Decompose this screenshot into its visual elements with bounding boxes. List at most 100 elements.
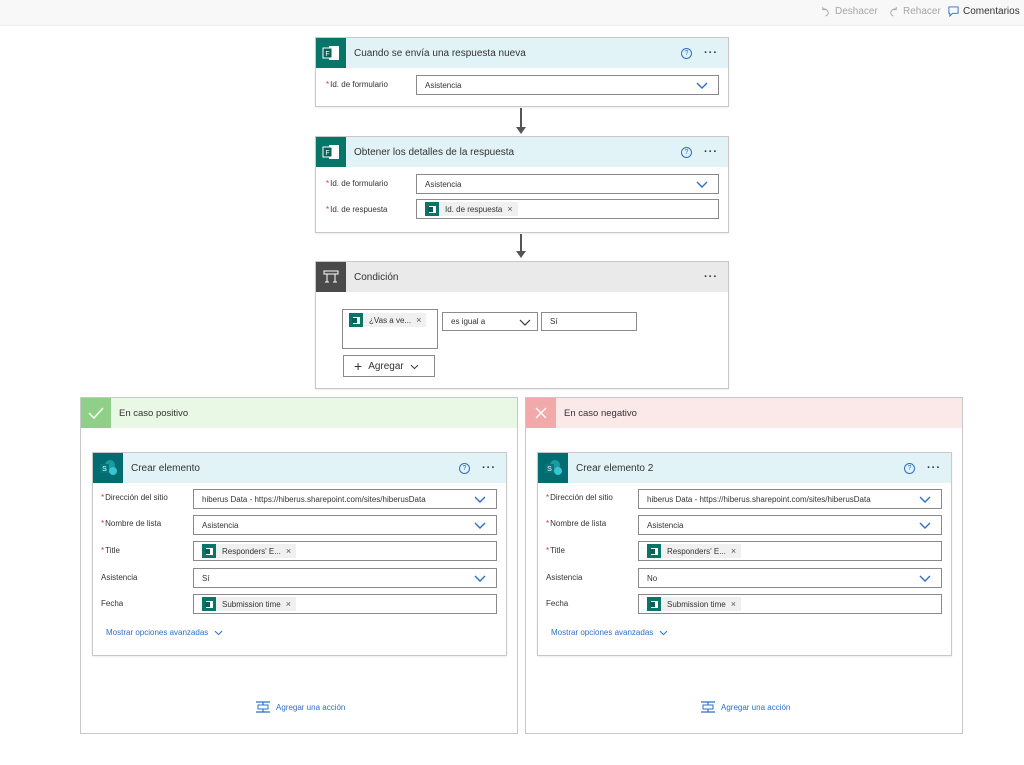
forms-app-icon: F xyxy=(316,137,346,167)
condition-title: Condición xyxy=(354,271,399,283)
dynamic-token[interactable]: Responders' E... × xyxy=(202,544,297,558)
list-name-dropdown[interactable]: Asistencia xyxy=(193,515,497,535)
condition-value-field[interactable]: Sí xyxy=(541,312,637,331)
details-form-id-value: Asistencia xyxy=(425,179,462,189)
no-branch-header[interactable]: En caso negativo xyxy=(526,398,962,428)
dynamic-token[interactable]: ¿Vas a ve... × xyxy=(349,313,427,327)
title-field[interactable]: Responders' E... × xyxy=(193,541,497,561)
more-options-icon[interactable]: ··· xyxy=(704,272,718,283)
date-field[interactable]: Submission time × xyxy=(638,594,942,614)
dynamic-token[interactable]: Responders' E... × xyxy=(647,544,742,558)
site-address-value: hiberus Data - https://hiberus.sharepoin… xyxy=(202,494,426,504)
operator-value: es igual a xyxy=(451,317,486,326)
add-action-icon xyxy=(256,701,270,713)
title-label: *Title xyxy=(546,546,565,555)
chevron-down-icon xyxy=(919,575,931,582)
attendance-label: Asistencia xyxy=(546,573,583,582)
create-item-card[interactable]: S Crear elemento ? ··· *Dirección del si… xyxy=(92,452,507,656)
remove-token-icon[interactable]: × xyxy=(731,599,736,609)
add-action-label: Agregar una acción xyxy=(276,702,346,712)
forms-token-icon xyxy=(202,544,216,558)
help-icon[interactable]: ? xyxy=(459,462,470,474)
dynamic-token[interactable]: Submission time × xyxy=(202,597,296,611)
remove-token-icon[interactable]: × xyxy=(416,315,421,325)
close-icon xyxy=(526,398,556,428)
details-title: Obtener los detalles de la respuesta xyxy=(354,146,515,158)
details-card-header[interactable]: F Obtener los detalles de la respuesta ?… xyxy=(316,137,728,167)
more-options-icon[interactable]: ··· xyxy=(482,463,496,474)
add-condition-button[interactable]: + Agregar xyxy=(343,355,435,377)
yes-branch: En caso positivo S Crear elemento ? ··· … xyxy=(80,397,518,734)
dynamic-token[interactable]: Id. de respuesta × xyxy=(425,202,518,216)
flow-arrow-icon xyxy=(516,127,526,134)
title-field[interactable]: Responders' E... × xyxy=(638,541,942,561)
remove-token-icon[interactable]: × xyxy=(286,546,291,556)
list-name-value: Asistencia xyxy=(202,520,239,530)
attendance-label: Asistencia xyxy=(101,573,138,582)
site-address-dropdown[interactable]: hiberus Data - https://hiberus.sharepoin… xyxy=(193,489,497,509)
trigger-card-header[interactable]: F Cuando se envía una respuesta nueva ? … xyxy=(316,38,728,68)
remove-token-icon[interactable]: × xyxy=(286,599,291,609)
comments-button[interactable]: Comentarios xyxy=(948,6,1020,17)
forms-app-icon: F xyxy=(316,38,346,68)
create-item-2-card[interactable]: S Crear elemento 2 ? ··· *Dirección del … xyxy=(537,452,952,656)
redo-button[interactable]: Rehacer xyxy=(888,6,941,17)
yes-branch-header[interactable]: En caso positivo xyxy=(81,398,517,428)
undo-label: Deshacer xyxy=(835,6,878,17)
chevron-down-icon xyxy=(519,319,531,326)
chevron-down-icon xyxy=(659,630,668,636)
dynamic-token[interactable]: Submission time × xyxy=(647,597,741,611)
condition-card-header[interactable]: Condición ··· xyxy=(316,262,728,292)
date-label: Fecha xyxy=(546,599,569,608)
trigger-form-id-label: *Id. de formulario xyxy=(326,80,388,89)
flow-arrow-icon xyxy=(516,251,526,258)
add-action-button[interactable]: Agregar una acción xyxy=(255,700,345,714)
flow-connector xyxy=(520,108,522,128)
help-icon[interactable]: ? xyxy=(681,47,692,59)
token-label: Responders' E... xyxy=(222,546,281,556)
more-options-icon[interactable]: ··· xyxy=(927,463,941,474)
add-action-button[interactable]: Agregar una acción xyxy=(700,700,790,714)
details-form-id-dropdown[interactable]: Asistencia xyxy=(416,174,719,194)
date-field[interactable]: Submission time × xyxy=(193,594,497,614)
list-name-dropdown[interactable]: Asistencia xyxy=(638,515,942,535)
remove-token-icon[interactable]: × xyxy=(731,546,736,556)
svg-text:F: F xyxy=(325,150,329,157)
trigger-form-id-dropdown[interactable]: Asistencia xyxy=(416,75,719,95)
forms-token-icon xyxy=(425,202,439,216)
more-options-icon[interactable]: ··· xyxy=(704,147,718,158)
show-advanced-label: Mostrar opciones avanzadas xyxy=(106,628,209,637)
details-card[interactable]: F Obtener los detalles de la respuesta ?… xyxy=(315,136,729,233)
svg-text:S: S xyxy=(102,466,107,473)
more-options-icon[interactable]: ··· xyxy=(704,48,718,59)
add-condition-label: Agregar xyxy=(368,360,404,372)
chevron-down-icon xyxy=(919,522,931,529)
create-item-2-card-header[interactable]: S Crear elemento 2 ? ··· xyxy=(538,453,951,483)
condition-operator-dropdown[interactable]: es igual a xyxy=(442,312,538,331)
redo-label: Rehacer xyxy=(903,6,941,17)
help-icon[interactable]: ? xyxy=(681,146,692,158)
create-item-card-header[interactable]: S Crear elemento ? ··· xyxy=(93,453,506,483)
token-label: Submission time xyxy=(667,599,726,609)
site-address-dropdown[interactable]: hiberus Data - https://hiberus.sharepoin… xyxy=(638,489,942,509)
checkmark-icon xyxy=(81,398,111,428)
show-advanced-options-link[interactable]: Mostrar opciones avanzadas xyxy=(106,628,223,637)
no-branch: En caso negativo S Crear elemento 2 ? ··… xyxy=(525,397,963,734)
undo-button[interactable]: Deshacer xyxy=(820,6,878,17)
svg-text:F: F xyxy=(325,51,329,58)
list-name-label: *Nombre de lista xyxy=(546,519,607,528)
condition-card[interactable]: Condición ··· ¿Vas a ve... × es igual a … xyxy=(315,261,729,389)
condition-left-operand[interactable]: ¿Vas a ve... × xyxy=(342,309,438,349)
svg-text:S: S xyxy=(547,466,552,473)
remove-token-icon[interactable]: × xyxy=(507,204,512,214)
condition-icon xyxy=(316,262,346,292)
attendance-dropdown[interactable]: No xyxy=(638,568,942,588)
show-advanced-options-link[interactable]: Mostrar opciones avanzadas xyxy=(551,628,668,637)
attendance-dropdown[interactable]: Sí xyxy=(193,568,497,588)
help-icon[interactable]: ? xyxy=(904,462,915,474)
chevron-down-icon xyxy=(696,181,708,188)
details-response-id-field[interactable]: Id. de respuesta × xyxy=(416,199,719,219)
sharepoint-app-icon: S xyxy=(538,453,568,483)
undo-icon xyxy=(822,6,829,17)
trigger-card[interactable]: F Cuando se envía una respuesta nueva ? … xyxy=(315,37,729,107)
